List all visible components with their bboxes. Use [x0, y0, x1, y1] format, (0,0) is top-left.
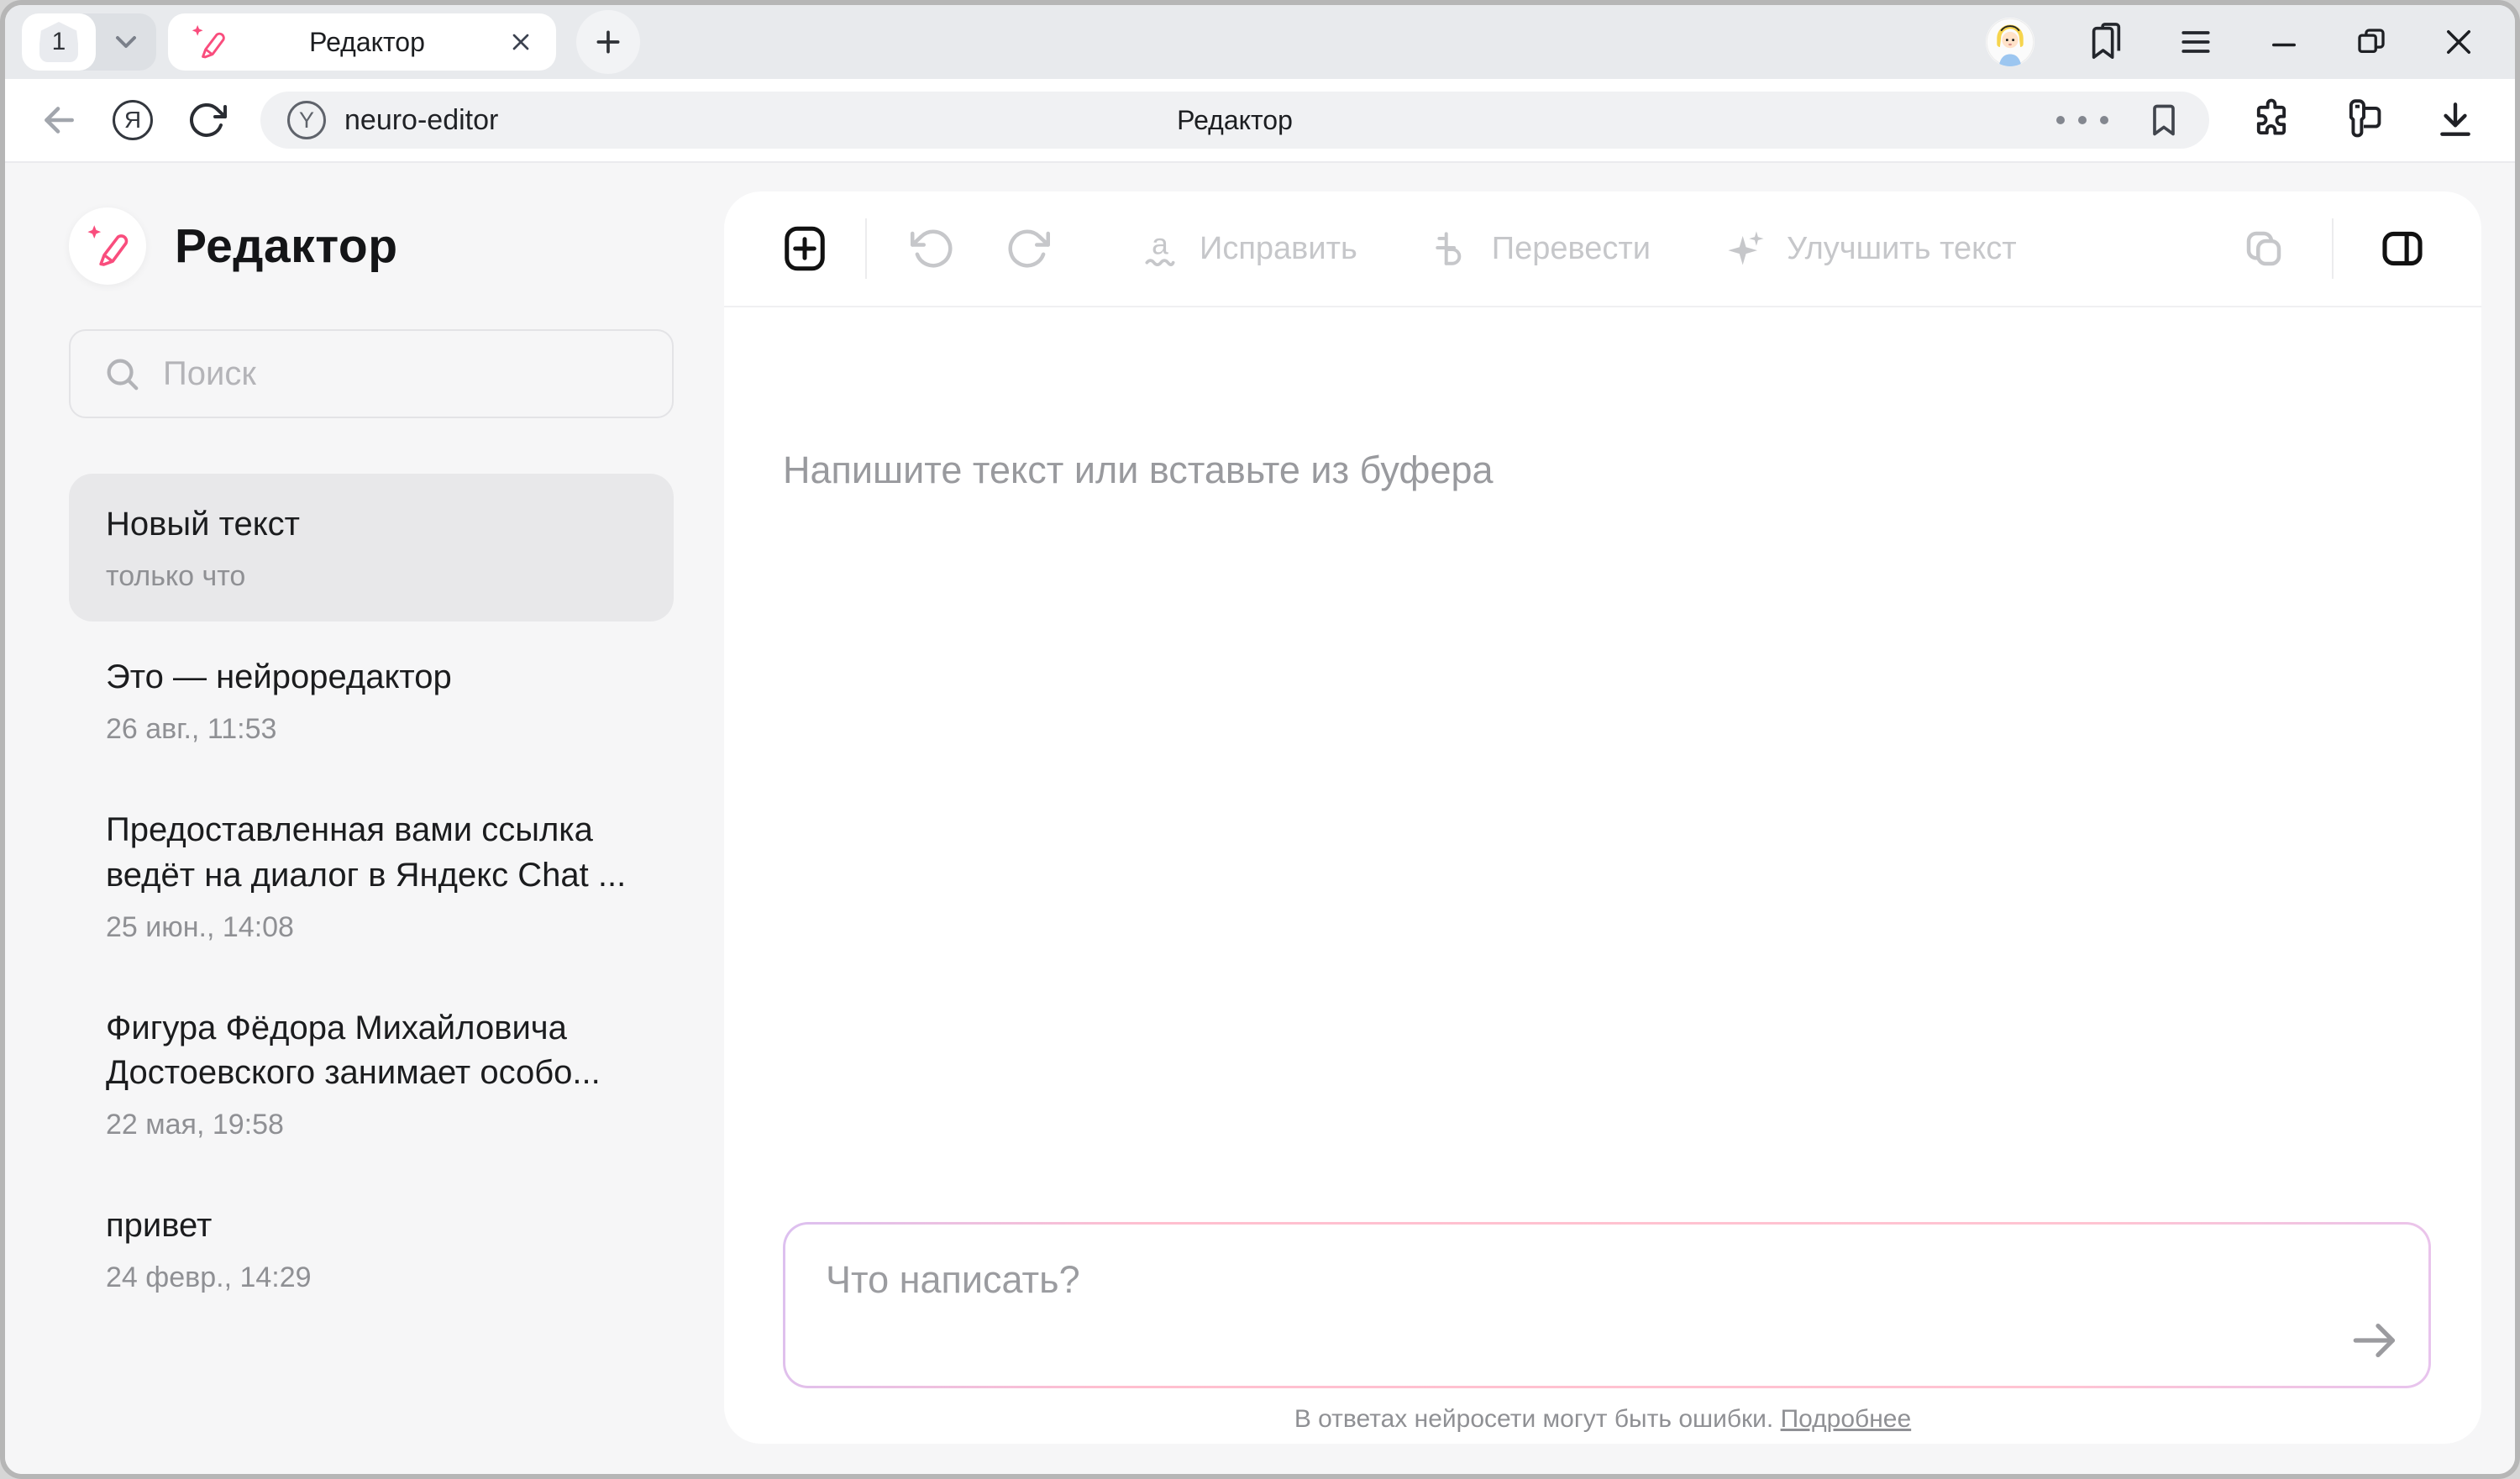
main-area: а Исправить Перевести	[724, 163, 2515, 1474]
favicon-letter: Y	[299, 108, 314, 134]
active-tab[interactable]: Редактор	[168, 13, 556, 71]
app-title: Редактор	[175, 218, 398, 274]
arrow-right-icon	[2348, 1314, 2402, 1367]
list-item[interactable]: привет 24 февр., 14:29	[69, 1175, 674, 1323]
panel-layout-icon	[2379, 225, 2426, 272]
tab-counter-value: 1	[52, 28, 66, 56]
extensions-icon[interactable]	[2250, 98, 2293, 142]
improve-text-label: Улучшить текст	[1787, 231, 2017, 267]
tab-counter-group: 1	[22, 13, 156, 71]
minimize-icon[interactable]	[2266, 24, 2302, 60]
sparkles-icon	[1725, 227, 1768, 270]
restore-icon[interactable]	[2354, 24, 2389, 60]
app-logo	[69, 207, 146, 285]
undo-button[interactable]	[911, 226, 956, 271]
doc-title: Это — нейроредактор	[106, 655, 637, 700]
doc-title: Фигура Фёдора Михайловича Достоевского з…	[106, 1006, 637, 1095]
search-input[interactable]	[163, 355, 640, 393]
new-tab-button[interactable]	[576, 10, 640, 74]
translate-label: Перевести	[1492, 231, 1651, 267]
menu-icon[interactable]	[2177, 24, 2214, 60]
redo-icon	[1005, 226, 1050, 271]
yandex-button[interactable]: Я	[113, 100, 153, 140]
editor-toolbar: а Исправить Перевести	[724, 191, 2481, 307]
svg-text:а: а	[1152, 228, 1168, 260]
doc-title: Новый текст	[106, 502, 637, 547]
back-icon[interactable]	[37, 99, 79, 141]
doc-date: 26 авг., 11:53	[106, 713, 637, 746]
spellcheck-icon: а	[1139, 228, 1181, 270]
plus-icon	[591, 25, 625, 59]
toggle-panel-button[interactable]	[2379, 225, 2426, 272]
list-item[interactable]: Фигура Фёдора Михайловича Достоевского з…	[69, 978, 674, 1170]
doc-title: привет	[106, 1204, 637, 1248]
disclaimer: В ответах нейросети могут быть ошибки. П…	[724, 1405, 2481, 1434]
disclaimer-text: В ответах нейросети могут быть ошибки.	[1294, 1405, 1773, 1433]
undo-icon	[911, 226, 956, 271]
shield-icon: 1	[39, 22, 78, 62]
toolbar-divider	[2332, 218, 2334, 279]
prompt-area	[783, 1222, 2431, 1388]
tab-close-icon[interactable]	[507, 29, 534, 55]
new-document-button[interactable]	[780, 223, 830, 274]
tabs-dropdown-button[interactable]	[96, 13, 156, 71]
user-avatar[interactable]	[1986, 18, 2034, 66]
chevron-down-icon	[109, 25, 143, 59]
new-document-icon	[780, 223, 830, 274]
list-item[interactable]: Новый текст только что	[69, 474, 674, 621]
translate-button[interactable]: Перевести	[1431, 228, 1651, 270]
list-item[interactable]: Предоставленная вами ссылка ведёт на диа…	[69, 779, 674, 972]
app-logo-row: Редактор	[69, 207, 674, 285]
url-field[interactable]: Y neuro-editor Редактор	[260, 92, 2209, 149]
magic-pencil-icon	[85, 223, 130, 269]
passwords-icon[interactable]	[2342, 98, 2386, 142]
tab-bar: 1 Редактор	[5, 5, 2515, 79]
url-text: neuro-editor	[344, 104, 498, 137]
translate-icon	[1431, 228, 1473, 270]
copy-icon	[2241, 226, 2286, 271]
toolbar-divider	[865, 218, 867, 279]
prompt-box	[783, 1222, 2431, 1388]
browser-action-icons	[2243, 98, 2483, 142]
doc-date: только что	[106, 560, 637, 593]
fix-text-label: Исправить	[1200, 231, 1357, 267]
sidebar: Редактор Новый текст только что Это — не…	[5, 163, 724, 1474]
doc-date: 25 июн., 14:08	[106, 911, 637, 944]
doc-date: 24 февр., 14:29	[106, 1261, 637, 1294]
address-bar: Я Y neuro-editor Редактор	[5, 79, 2515, 163]
downloads-icon[interactable]	[2434, 99, 2476, 141]
document-list: Новый текст только что Это — нейроредакт…	[69, 474, 674, 1328]
search-box[interactable]	[69, 329, 674, 418]
yandex-letter: Я	[124, 107, 141, 134]
more-icon[interactable]	[2055, 114, 2110, 126]
editor-placeholder[interactable]: Напишите текст или вставьте из буфера	[783, 448, 2481, 492]
doc-date: 22 мая, 19:58	[106, 1109, 637, 1141]
site-favicon: Y	[287, 101, 326, 139]
copy-button[interactable]	[2241, 226, 2286, 271]
tab-title: Редактор	[227, 27, 507, 58]
fix-text-button[interactable]: а Исправить	[1139, 228, 1357, 270]
tab-counter-button[interactable]: 1	[22, 13, 96, 71]
tabbar-right-controls	[1986, 18, 2498, 66]
bookmarks-icon[interactable]	[2087, 23, 2125, 61]
reload-icon[interactable]	[186, 100, 227, 140]
editor-card: а Исправить Перевести	[724, 191, 2481, 1444]
redo-button[interactable]	[1005, 226, 1050, 271]
prompt-input[interactable]	[785, 1225, 2428, 1386]
url-field-actions	[2055, 102, 2182, 139]
details-link[interactable]: Подробнее	[1781, 1405, 1912, 1433]
improve-text-button[interactable]: Улучшить текст	[1725, 227, 2017, 270]
send-button[interactable]	[2348, 1314, 2402, 1367]
browser-window: 1 Редактор	[0, 0, 2520, 1479]
page-content: Редактор Новый текст только что Это — не…	[5, 163, 2515, 1474]
doc-title: Предоставленная вами ссылка ведёт на диа…	[106, 808, 637, 897]
window-close-icon[interactable]	[2441, 24, 2476, 60]
magic-pencil-icon	[190, 24, 227, 60]
page-title: Редактор	[260, 105, 2209, 136]
bookmark-icon[interactable]	[2145, 102, 2182, 139]
search-icon	[102, 354, 141, 393]
list-item[interactable]: Это — нейроредактор 26 авг., 11:53	[69, 627, 674, 774]
